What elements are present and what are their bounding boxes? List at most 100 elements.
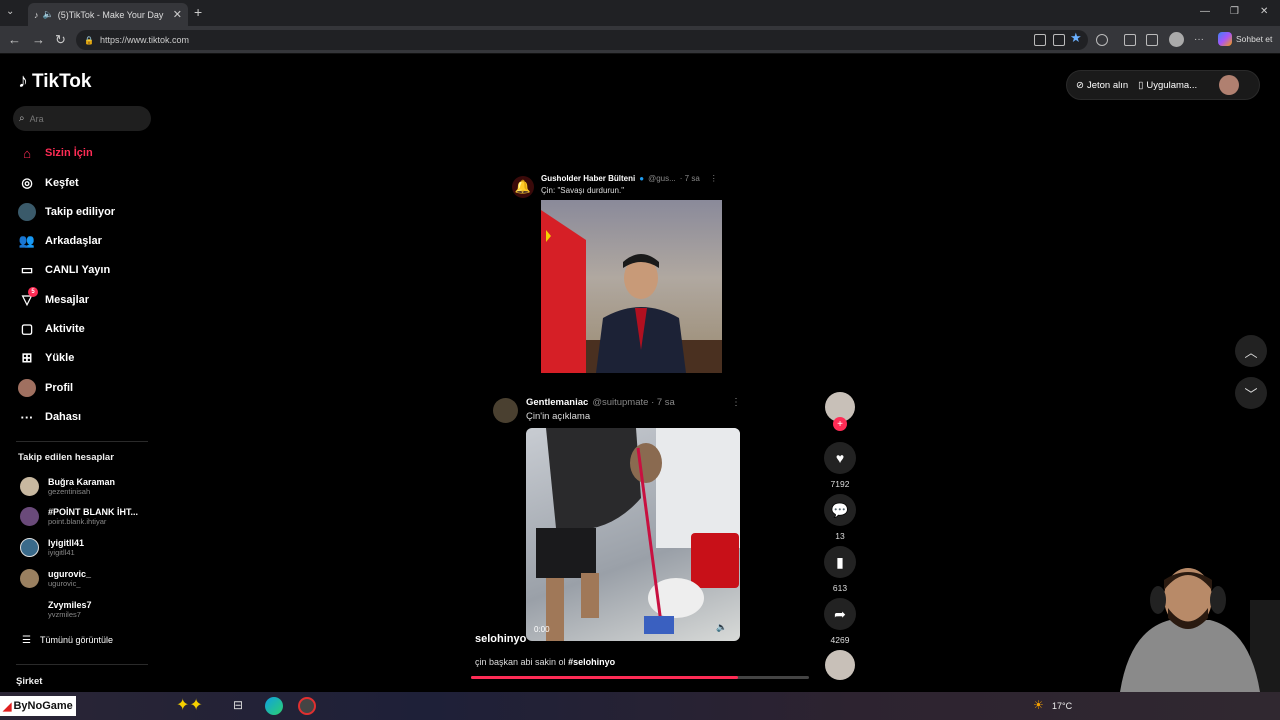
nav-activity[interactable]: ▢ Aktivite xyxy=(18,318,85,340)
save-button[interactable]: ▮ xyxy=(824,546,856,578)
user-avatar[interactable] xyxy=(1219,75,1240,95)
save-count: 613 xyxy=(832,583,848,593)
translate-icon[interactable] xyxy=(1053,34,1065,46)
tab-title: (5)TikTok - Make Your Day xyxy=(57,9,164,20)
nav-messages[interactable]: ▽ 5 Mesajlar xyxy=(18,287,90,311)
nav-label: Dahası xyxy=(45,411,82,423)
avatar xyxy=(20,476,39,496)
weather-icon: ☀ xyxy=(1033,698,1044,712)
home-icon: ⌂ xyxy=(23,145,31,161)
nav-friends[interactable]: 👥 Arkadaşlar xyxy=(18,230,102,252)
following-handle: iyigitll41 xyxy=(48,547,75,557)
nav-label: Mesajlar xyxy=(45,294,90,306)
coin-icon: ⊘ xyxy=(1076,79,1084,91)
task-view-icon[interactable]: ⊟ xyxy=(233,698,243,712)
see-all-label: Tümünü görüntüle xyxy=(39,635,114,645)
share-icon: ➦ xyxy=(834,605,846,622)
nav-explore[interactable]: ◎ Keşfet xyxy=(18,172,78,194)
bynogame-icon: ◢ xyxy=(3,700,12,713)
menu-dots-icon[interactable]: ··· xyxy=(1194,34,1204,45)
tweet1-avatar: 🔔 xyxy=(512,176,534,198)
search-input[interactable]: ⌕ Ara xyxy=(13,106,151,131)
profile-icon xyxy=(18,379,36,397)
following-icon xyxy=(18,203,36,221)
video-player[interactable]: 0:00 🔈 xyxy=(526,428,740,641)
comment-count: 13 xyxy=(835,531,845,541)
following-item[interactable]: Buğra Karaman gezentinisah xyxy=(20,473,115,499)
nav-label: CANLI Yayın xyxy=(45,264,111,276)
follow-plus-icon[interactable]: + xyxy=(833,417,847,431)
following-name: ugurovic_ xyxy=(48,568,92,579)
following-item[interactable]: Zvymiles7 yvzmiles7 xyxy=(20,596,92,622)
taskbar: ◢ ByNoGame ✦✦ ⊟ ☀ 17°C xyxy=(0,692,1280,720)
nav-following[interactable]: Takip ediliyor xyxy=(18,201,115,223)
nav-for-you[interactable]: ⌂ Sizin İçin xyxy=(18,142,93,164)
nav-profile[interactable]: Profil xyxy=(18,377,73,399)
comment-icon: 💬 xyxy=(831,501,849,518)
tweet1-handle: @gus... xyxy=(648,174,676,183)
address-bar[interactable]: 🔒 https://www.tiktok.com xyxy=(76,30,1088,50)
split-screen-icon[interactable] xyxy=(1124,34,1136,46)
streamer-illustration xyxy=(1120,568,1280,692)
close-tab-icon[interactable]: ✕ xyxy=(173,8,182,21)
speech-photo-illustration xyxy=(541,210,722,373)
see-all-link[interactable]: ☰ Tümünü görüntüle xyxy=(22,627,113,653)
post-username[interactable]: selohinyo xyxy=(475,633,526,645)
tiktok-logo[interactable]: ♪ TikTok xyxy=(18,70,91,93)
tweet1-time: · 7 sa xyxy=(679,174,700,183)
tweet1-author: Gusholder Haber Bülteni xyxy=(541,174,636,183)
nav-label: Profil xyxy=(45,382,74,394)
copilot-button[interactable]: Sohbet et xyxy=(1218,32,1272,46)
favorite-star-icon[interactable]: ★ xyxy=(1070,30,1082,46)
obs-icon[interactable] xyxy=(298,697,316,715)
sparkle-icon: ✦✦ xyxy=(176,697,203,714)
forward-icon[interactable]: → xyxy=(32,32,45,47)
browser-tab[interactable]: ♪ 🔈 (5)TikTok - Make Your Day ✕ xyxy=(28,3,188,26)
following-item[interactable]: Iyigitll41 iyigitll41 xyxy=(20,534,84,560)
nav-more[interactable]: ··· Dahası xyxy=(18,406,82,428)
get-coins-button[interactable]: ⊘ Jeton alın xyxy=(1076,80,1128,91)
company-link[interactable]: Şirket xyxy=(16,676,42,687)
nav-upload[interactable]: ⊞ Yükle xyxy=(18,347,75,369)
minimize-icon[interactable]: — xyxy=(1200,6,1210,17)
comment-button[interactable]: 💬 xyxy=(824,494,856,526)
next-video-button[interactable]: ﹀ xyxy=(1235,377,1267,409)
edge-icon[interactable] xyxy=(265,697,283,715)
following-item[interactable]: ugurovic_ ugurovic_ xyxy=(20,565,91,591)
messages-badge: 5 xyxy=(28,287,38,297)
get-app-button[interactable]: ▯ Uygulama... xyxy=(1138,80,1197,91)
friends-icon: 👥 xyxy=(18,233,36,248)
sound-avatar[interactable] xyxy=(825,650,855,680)
list-icon: ☰ xyxy=(22,634,31,646)
share-button[interactable]: ➦ xyxy=(824,598,856,630)
tweet2-header: Gentlemaniac @suitupmate · 7 sa xyxy=(526,397,675,408)
like-button[interactable]: ♥ xyxy=(824,442,856,474)
profile-avatar-icon[interactable] xyxy=(1169,32,1184,47)
webcam-overlay xyxy=(1100,560,1280,692)
speaker-icon[interactable]: 🔈 xyxy=(43,9,54,20)
volume-icon[interactable]: 🔈 xyxy=(716,622,727,633)
extensions-icon[interactable] xyxy=(1096,34,1108,46)
nav-live[interactable]: ▭ CANLI Yayın xyxy=(18,259,110,281)
caption-hashtag[interactable]: #selohinyo xyxy=(568,657,615,667)
weather-temp: 17°C xyxy=(1052,701,1073,711)
lock-icon: 🔒 xyxy=(84,35,94,45)
tab-list-icon[interactable]: ⌄ xyxy=(6,6,14,17)
tweet1-header: Gusholder Haber Bülteni ● @gus... · 7 sa… xyxy=(541,174,718,183)
bookmark-icon: ▮ xyxy=(836,553,844,570)
new-tab-button[interactable]: + xyxy=(194,4,202,20)
favorites-icon[interactable] xyxy=(1146,34,1158,46)
back-icon[interactable]: ← xyxy=(8,32,21,47)
avatar xyxy=(20,568,39,588)
video-progress-bar[interactable] xyxy=(471,676,809,679)
app-available-icon[interactable] xyxy=(1034,34,1046,46)
following-item[interactable]: #POİNT BLANK İHT... point.blank.ihtiyar xyxy=(20,503,138,529)
reload-icon[interactable]: ↻ xyxy=(55,32,66,48)
browser-tab-bar: ⌄ ♪ 🔈 (5)TikTok - Make Your Day ✕ + — ❐ … xyxy=(0,0,1280,26)
phone-icon: ▯ xyxy=(1138,79,1144,91)
tiktok-note-icon: ♪ xyxy=(18,70,28,92)
close-window-icon[interactable]: ✕ xyxy=(1260,6,1268,17)
previous-video-button[interactable]: ︿ xyxy=(1235,335,1267,367)
nav-label: Takip ediliyor xyxy=(45,206,116,218)
restore-icon[interactable]: ❐ xyxy=(1230,6,1239,17)
